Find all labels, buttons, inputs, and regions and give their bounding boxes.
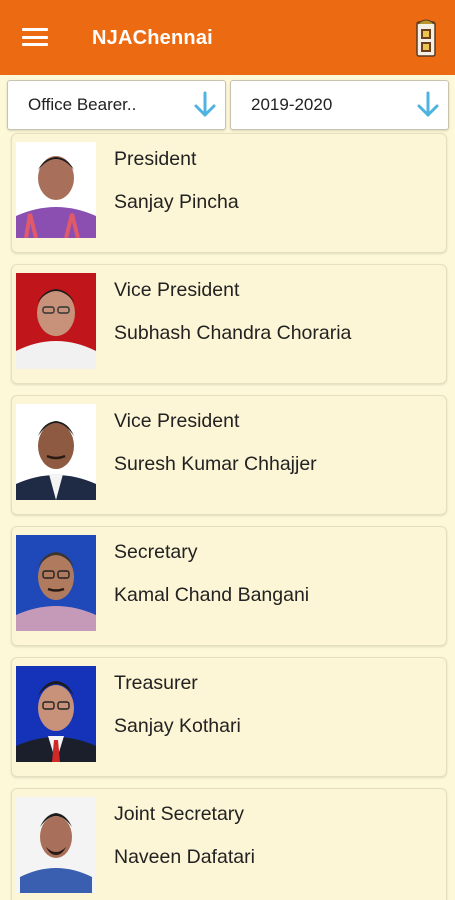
member-designation: Joint Secretary — [114, 803, 245, 825]
member-card[interactable]: Joint Secretary Naveen Dafatari — [11, 788, 447, 900]
hamburger-menu-icon[interactable] — [22, 26, 48, 48]
njachennai-logo-icon — [416, 19, 436, 57]
member-card[interactable]: Vice President Subhash Chandra Choraria — [11, 264, 447, 384]
member-name: Kamal Chand Bangani — [114, 584, 310, 606]
category-dropdown-value: Office Bearer.. — [28, 95, 137, 114]
member-photo — [16, 666, 96, 762]
member-photo — [16, 142, 96, 238]
member-name: Sanjay Pincha — [114, 191, 239, 213]
member-name: Subhash Chandra Choraria — [114, 322, 352, 344]
member-name: Suresh Kumar Chhajjer — [114, 453, 317, 475]
member-photo — [16, 797, 96, 893]
arrow-down-icon — [417, 91, 439, 117]
category-dropdown[interactable]: Office Bearer.. — [7, 80, 226, 130]
member-name: Sanjay Kothari — [114, 715, 241, 737]
member-card[interactable]: Secretary Kamal Chand Bangani — [11, 526, 447, 646]
member-card[interactable]: Treasurer Sanjay Kothari — [11, 657, 447, 777]
year-dropdown-value: 2019-2020 — [251, 95, 333, 114]
member-designation: Vice President — [114, 410, 240, 432]
app-screen: NJAChennai Office Bearer.. 2019-2020 Pre… — [0, 0, 455, 900]
member-photo — [16, 273, 96, 369]
filter-bar: Office Bearer.. 2019-2020 — [7, 80, 449, 130]
app-bar: NJAChennai — [0, 0, 455, 75]
member-name: Naveen Dafatari — [114, 846, 255, 868]
office-bearers-list: President Sanjay Pincha Vice President S… — [11, 133, 447, 900]
year-dropdown[interactable]: 2019-2020 — [230, 80, 449, 130]
member-designation: Secretary — [114, 541, 198, 563]
member-card[interactable]: President Sanjay Pincha — [11, 133, 447, 253]
member-photo — [16, 404, 96, 500]
member-designation: Treasurer — [114, 672, 198, 694]
member-designation: Vice President — [114, 279, 240, 301]
arrow-down-icon — [194, 91, 216, 117]
member-photo — [16, 535, 96, 631]
member-designation: President — [114, 148, 197, 170]
member-card[interactable]: Vice President Suresh Kumar Chhajjer — [11, 395, 447, 515]
app-title: NJAChennai — [92, 27, 213, 49]
